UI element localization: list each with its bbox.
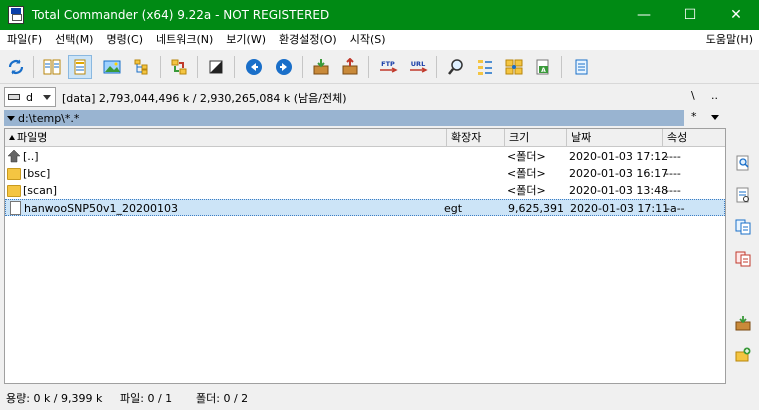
column-attr[interactable]: 속성 <box>663 129 725 147</box>
file-row[interactable]: [bsc] <폴더> 2020-01-03 16:17 ---- <box>5 165 725 182</box>
column-ext[interactable]: 확장자 <box>447 129 505 147</box>
file-panel[interactable]: 파일명 확장자 크기 날짜 속성 [..] <폴더> 2020-01-03 17… <box>4 128 726 384</box>
menu-network[interactable]: 네트워크(N) <box>149 30 219 50</box>
file-size: 9,625,391 <box>508 202 564 215</box>
compare-icon[interactable] <box>502 55 526 79</box>
maximize-button[interactable]: ☐ <box>667 0 713 30</box>
pack-icon[interactable] <box>732 312 754 334</box>
file-name: [..] <box>23 150 39 163</box>
file-date: 2020-01-03 17:12 <box>569 150 669 163</box>
file-date: 2020-01-03 17:11 <box>570 202 670 215</box>
file-attr: ---- <box>665 167 681 180</box>
url-icon[interactable]: URL <box>406 55 430 79</box>
menu-file[interactable]: 파일(F) <box>0 30 48 50</box>
app-icon[interactable] <box>8 6 24 24</box>
file-attr: -a-- <box>666 202 685 215</box>
new-folder-icon[interactable] <box>732 344 754 366</box>
file-attr: ---- <box>665 150 681 163</box>
unpack-icon[interactable] <box>338 55 362 79</box>
file-ext: egt <box>444 202 463 215</box>
menu-configuration[interactable]: 환경설정(O) <box>272 30 343 50</box>
sync-dirs-icon[interactable] <box>167 55 191 79</box>
file-date: 2020-01-03 16:17 <box>569 167 669 180</box>
status-space: 용량: 0 k / 9,399 k <box>6 392 103 405</box>
forward-icon[interactable] <box>272 55 296 79</box>
drive-bar: d [data] 2,793,044,496 k / 2,930,265,084… <box>0 86 759 108</box>
title-bar: Total Commander (x64) 9.22a - NOT REGIST… <box>0 0 759 30</box>
drive-letter: d <box>26 90 33 104</box>
folder-icon <box>7 183 21 197</box>
menu-select[interactable]: 선택(M) <box>48 30 99 50</box>
search-icon[interactable] <box>444 55 468 79</box>
file-row[interactable]: [..] <폴더> 2020-01-03 17:12 ---- <box>5 148 725 165</box>
svg-text:A: A <box>541 67 546 74</box>
file-name: hanwooSNP50v1_20200103 <box>24 202 178 215</box>
copy-icon[interactable] <box>732 216 754 238</box>
folder-icon <box>7 166 21 180</box>
parent-dir-button[interactable]: .. <box>711 89 718 102</box>
file-icon <box>8 201 22 215</box>
drive-dropdown[interactable]: d <box>4 87 56 107</box>
menu-bar: 파일(F) 선택(M) 명령(C) 네트워크(N) 보기(W) 환경설정(O) … <box>0 30 759 50</box>
edit-icon[interactable]: A <box>531 55 555 79</box>
file-name: [bsc] <box>23 167 51 180</box>
column-name[interactable]: 파일명 <box>5 129 447 147</box>
notepad-icon[interactable] <box>569 55 593 79</box>
pack-icon[interactable] <box>309 55 333 79</box>
file-row[interactable]: [scan] <폴더> 2020-01-03 13:48 ---- <box>5 182 725 199</box>
file-size: <폴더> <box>507 184 546 197</box>
history-dropdown-icon[interactable] <box>711 115 719 120</box>
back-icon[interactable] <box>242 55 266 79</box>
thumbnails-icon[interactable] <box>100 55 124 79</box>
column-date[interactable]: 날짜 <box>567 129 663 147</box>
invert-selection-icon[interactable] <box>204 55 228 79</box>
column-size[interactable]: 크기 <box>505 129 567 147</box>
file-row-selected[interactable]: hanwooSNP50v1_20200103 egt 9,625,391 202… <box>5 199 725 216</box>
menu-start[interactable]: 시작(S) <box>343 30 392 50</box>
menu-commands[interactable]: 명령(C) <box>99 30 149 50</box>
column-header: 파일명 확장자 크기 날짜 속성 <box>5 129 725 147</box>
menu-view[interactable]: 보기(W) <box>219 30 272 50</box>
file-size: <폴더> <box>507 150 546 163</box>
sort-up-icon <box>9 135 15 140</box>
ftp-icon[interactable]: FTP <box>376 55 400 79</box>
refresh-icon[interactable] <box>4 55 28 79</box>
updir-icon <box>7 149 21 163</box>
path-bar[interactable]: d:\temp\*.* <box>4 110 684 126</box>
status-bar: 용량: 0 k / 9,399 k 파일: 0 / 1 폴더: 0 / 2 <box>0 386 759 408</box>
brief-view-icon[interactable] <box>40 55 64 79</box>
tree-icon[interactable] <box>130 55 154 79</box>
filter-star-button[interactable]: * <box>691 110 697 123</box>
url-label: URL <box>411 60 425 68</box>
right-button-strip <box>728 128 759 384</box>
file-attr: ---- <box>665 184 681 197</box>
file-name: [scan] <box>23 184 58 197</box>
window-title: Total Commander (x64) 9.22a - NOT REGIST… <box>32 8 330 22</box>
ftp-label: FTP <box>381 60 395 68</box>
root-dir-button[interactable]: \ <box>691 89 695 102</box>
close-button[interactable]: ✕ <box>713 0 759 30</box>
status-files: 파일: 0 / 1 <box>120 392 173 405</box>
menu-help[interactable]: 도움말(H) <box>706 30 753 50</box>
move-icon[interactable] <box>732 248 754 270</box>
window-controls: — ☐ ✕ <box>621 0 759 30</box>
view-icon[interactable] <box>732 184 754 206</box>
status-folders: 폴더: 0 / 2 <box>196 392 249 405</box>
minimize-button[interactable]: — <box>621 0 667 30</box>
toolbar: FTP URL A <box>0 50 759 84</box>
current-path: d:\temp\*.* <box>18 111 80 125</box>
multi-rename-icon[interactable] <box>473 55 497 79</box>
drive-space-info: [data] 2,793,044,496 k / 2,930,265,084 k… <box>62 92 347 105</box>
find-icon[interactable] <box>732 152 754 174</box>
file-size: <폴더> <box>507 167 546 180</box>
chevron-down-icon <box>7 115 15 121</box>
chevron-down-icon <box>43 95 51 100</box>
file-date: 2020-01-03 13:48 <box>569 184 669 197</box>
drive-icon <box>8 94 20 100</box>
full-view-icon[interactable] <box>68 55 92 79</box>
